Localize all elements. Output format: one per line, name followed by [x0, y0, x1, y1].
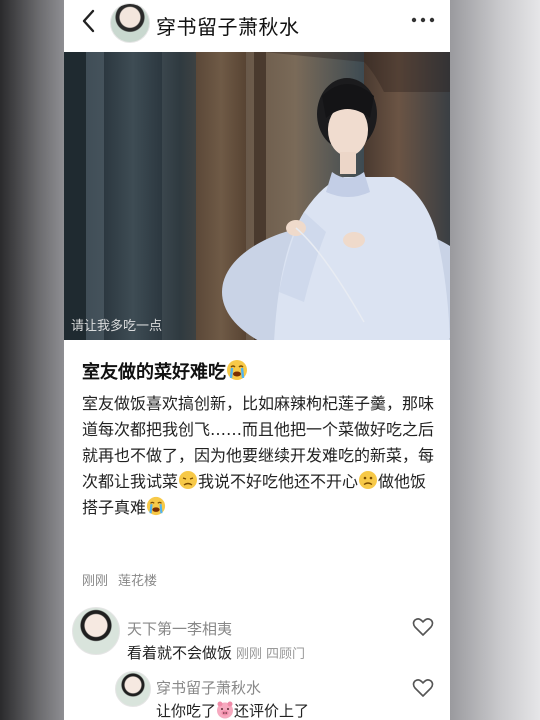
crying-face-icon: [146, 496, 166, 516]
author-avatar[interactable]: [110, 3, 150, 43]
chevron-left-icon[interactable]: [76, 8, 102, 34]
author-name[interactable]: 穿书留子萧秋水: [156, 11, 300, 40]
comment-author[interactable]: 天下第一李相夷: [127, 618, 232, 639]
person-figure: [222, 52, 450, 340]
comment-text[interactable]: 看着就不会做饭 刚刚 四顾门: [127, 642, 305, 663]
image-caption: 请让我多吃一点: [71, 319, 163, 334]
crying-face-icon: [227, 360, 247, 380]
reply-text-2: 还评价上了: [234, 702, 310, 720]
post-meta: 刚刚 莲花楼: [82, 570, 157, 589]
post-screen: 穿书留子萧秋水 请让我多吃一点 室友做的菜好难吃 室友做饭喜欢搞创新，比如麻辣枸…: [64, 0, 450, 720]
comment-time: 刚刚: [236, 647, 263, 662]
reply-text[interactable]: 让你吃了 还评价上了: [156, 700, 309, 720]
comment-location: 四顾门: [266, 647, 306, 662]
slightly-frowning-face-icon: [359, 471, 378, 489]
like-heart-icon[interactable]: [412, 617, 434, 637]
more-horizontal-icon[interactable]: [408, 10, 438, 30]
post-location: 莲花楼: [118, 574, 158, 589]
comment-text-body: 看着就不会做饭: [127, 644, 233, 662]
commenter-avatar[interactable]: [72, 607, 120, 655]
post-title: 室友做的菜好难吃: [82, 358, 248, 384]
post-time: 刚刚: [82, 574, 109, 589]
reply-avatar[interactable]: [115, 671, 151, 707]
reply-text-1: 让你吃了: [156, 702, 217, 720]
pig-face-icon: [217, 701, 234, 719]
reply-like-heart-icon[interactable]: [412, 678, 434, 698]
post-image[interactable]: 请让我多吃一点: [64, 52, 450, 340]
disappointed-face-icon: [179, 471, 198, 489]
post-body-text-2: 我说不好吃他还不开心: [198, 472, 359, 491]
reply-author[interactable]: 穿书留子萧秋水: [156, 677, 261, 698]
top-bar: 穿书留子萧秋水: [64, 0, 450, 44]
post-body: 室友做饭喜欢搞创新，比如麻辣枸杞莲子羹，那味道每次都把我创飞……而且他把一个菜做…: [82, 391, 438, 521]
post-title-text: 室友做的菜好难吃: [82, 362, 226, 383]
